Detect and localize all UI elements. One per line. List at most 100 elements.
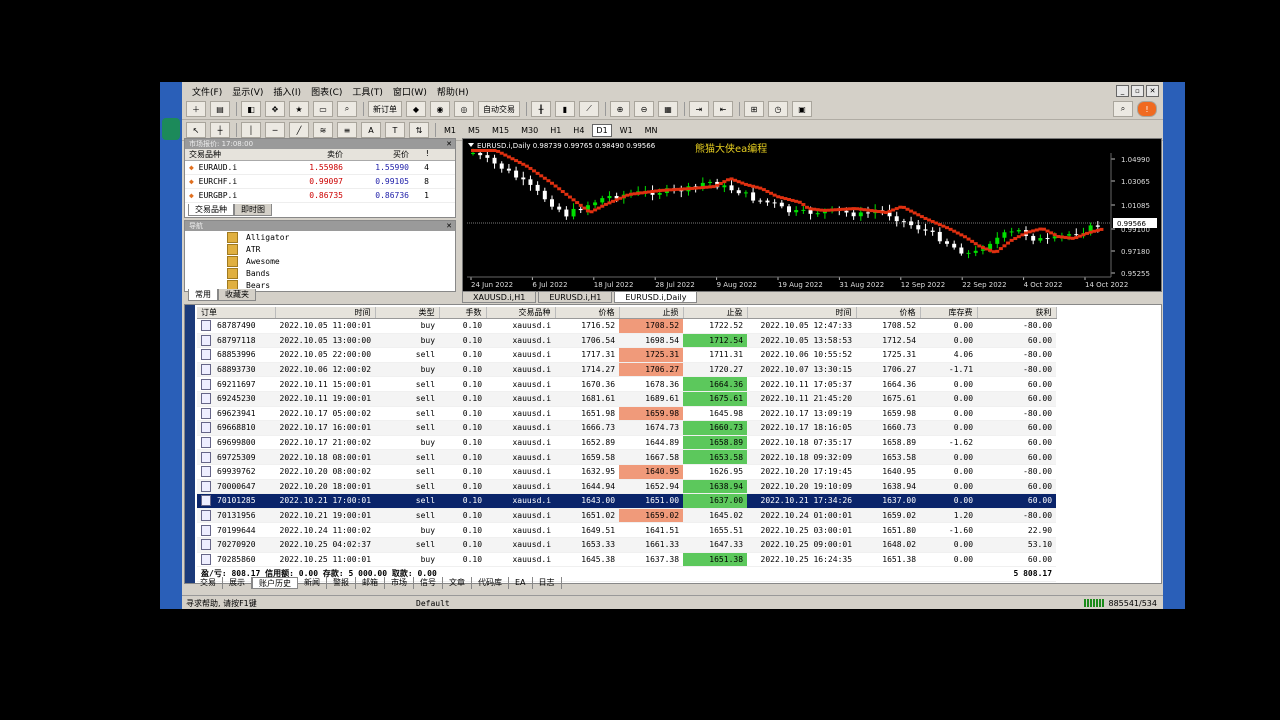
table-row[interactable]: 69245230 2022.10.11 19:00:01 sell 0.10 xauus…	[197, 391, 1057, 407]
header-bid[interactable]: 卖价	[281, 149, 347, 160]
column-header[interactable]: 类型	[375, 307, 440, 319]
table-row[interactable]: 70285860 2022.10.25 11:00:01 buy 0.10 xauusd…	[197, 552, 1057, 568]
menu-item[interactable]: 工具(T)	[352, 85, 383, 98]
terminal-tab[interactable]: 代码库	[472, 577, 509, 589]
minimize-icon[interactable]: _	[1116, 85, 1129, 97]
column-header[interactable]: 止损	[619, 307, 684, 319]
table-row[interactable]: 70131956 2022.10.21 19:00:01 sell 0.10 xauus…	[197, 508, 1057, 524]
close-icon[interactable]: ✕	[446, 139, 452, 149]
column-header[interactable]: 手数	[439, 307, 487, 319]
zoom-out-icon[interactable]: ⊖	[634, 101, 654, 117]
market-watch-row[interactable]: ◆ EURGBP.i 0.86735 0.86736 1	[185, 189, 455, 203]
timeframe-mn[interactable]: MN	[641, 124, 662, 137]
crosshair-icon[interactable]: ┼	[210, 122, 230, 138]
navigator-item[interactable]: Bands	[185, 267, 455, 279]
terminal-tab[interactable]: 展示	[223, 577, 252, 589]
market-watch-row[interactable]: ◆ EURCHF.i 0.99097 0.99105 8	[185, 175, 455, 189]
timeframe-m15[interactable]: M15	[488, 124, 513, 137]
candlestick-chart[interactable]: EURUSD.i,Daily 0.98739 0.99765 0.98490 0…	[463, 139, 1161, 291]
table-row[interactable]: 70000647 2022.10.20 18:00:01 sell 0.10 xauus…	[197, 479, 1057, 495]
metaeditor-icon[interactable]: ◆	[406, 101, 426, 117]
terminal-tab[interactable]: EA	[509, 577, 533, 589]
tab-common[interactable]: 常用	[188, 289, 218, 301]
vertical-line-icon[interactable]: │	[241, 122, 261, 138]
menu-item[interactable]: 插入(I)	[273, 85, 301, 98]
header-symbol[interactable]: 交易品种	[185, 149, 281, 160]
channel-icon[interactable]: ≋	[313, 122, 333, 138]
status-connection[interactable]: 885541/534	[1084, 599, 1163, 608]
navigator-item[interactable]: ATR	[185, 243, 455, 255]
table-row[interactable]: 70270920 2022.10.25 04:02:37 sell 0.10 xauus…	[197, 537, 1057, 553]
search-icon[interactable]: ⌕	[1113, 101, 1133, 117]
timeframe-h4[interactable]: H4	[569, 124, 588, 137]
tab-symbols[interactable]: 交易品种	[188, 204, 234, 216]
column-header[interactable]: 订单	[197, 307, 276, 319]
market-watch-row[interactable]: ◆ EURAUD.i 1.55986 1.55990 4	[185, 161, 455, 175]
menu-item[interactable]: 图表(C)	[311, 85, 342, 98]
tile-windows-icon[interactable]: ▦	[658, 101, 678, 117]
restore-icon[interactable]: ▫	[1131, 85, 1144, 97]
line-chart-icon[interactable]: ⟋	[579, 101, 599, 117]
timeframe-w1[interactable]: W1	[616, 124, 637, 137]
terminal-tab[interactable]: 日志	[533, 577, 562, 589]
menu-item[interactable]: 窗口(W)	[393, 85, 427, 98]
column-header[interactable]: 库存费	[920, 307, 978, 319]
column-header[interactable]: 价格	[856, 307, 921, 319]
new-chart-icon[interactable]: ＋	[186, 101, 206, 117]
navigator-item[interactable]: Alligator	[185, 231, 455, 243]
text-label-icon[interactable]: T	[385, 122, 405, 138]
trendline-icon[interactable]: ╱	[289, 122, 309, 138]
templates-icon[interactable]: ▣	[792, 101, 812, 117]
chart-tab[interactable]: EURUSD.i,H1	[538, 291, 613, 303]
terminal-tab[interactable]: 文章	[443, 577, 472, 589]
table-row[interactable]: 70101285 2022.10.21 17:00:01 sell 0.10 xauus…	[197, 493, 1057, 509]
market-watch-icon[interactable]: ◧	[241, 101, 261, 117]
terminal-tab[interactable]: 信号	[414, 577, 443, 589]
timeframe-m30[interactable]: M30	[517, 124, 542, 137]
signals-icon[interactable]: ◉	[430, 101, 450, 117]
table-row[interactable]: 68893730 2022.10.06 12:00:02 buy 0.10 xauusd…	[197, 362, 1057, 378]
header-ask[interactable]: 买价	[347, 149, 413, 160]
timeframe-d1[interactable]: D1	[592, 123, 612, 137]
terminal-icon[interactable]: ▭	[313, 101, 333, 117]
timeframe-h1[interactable]: H1	[546, 124, 565, 137]
column-header[interactable]: 时间	[275, 307, 376, 319]
table-row[interactable]: 69211697 2022.10.11 15:00:01 sell 0.10 xauus…	[197, 376, 1057, 392]
table-row[interactable]: 70199644 2022.10.24 11:00:02 buy 0.10 xauusd…	[197, 522, 1057, 538]
table-row[interactable]: 69699800 2022.10.17 21:00:02 buy 0.10 xauusd…	[197, 435, 1057, 451]
arrows-icon[interactable]: ⇅	[409, 122, 429, 138]
cursor-icon[interactable]: ↖	[186, 122, 206, 138]
data-window-icon[interactable]: ✥	[265, 101, 285, 117]
column-header[interactable]: 时间	[747, 307, 857, 319]
bar-chart-icon[interactable]: ╫	[531, 101, 551, 117]
table-row[interactable]: 69939762 2022.10.20 08:00:02 sell 0.10 xauus…	[197, 464, 1057, 480]
column-header[interactable]: 获利	[977, 307, 1057, 319]
notification-icon[interactable]: !	[1137, 101, 1157, 117]
terminal-tab[interactable]: 新闻	[298, 577, 327, 589]
terminal-tab[interactable]: 交易	[194, 577, 223, 589]
text-icon[interactable]: A	[361, 122, 381, 138]
terminal-tab[interactable]: 邮箱	[356, 577, 385, 589]
auto-trade-button[interactable]: 自动交易	[478, 101, 520, 117]
horizontal-line-icon[interactable]: ─	[265, 122, 285, 138]
close-icon[interactable]: ✕	[1146, 85, 1159, 97]
chart-window[interactable]: EURUSD.i,Daily 0.98739 0.99765 0.98490 0…	[462, 138, 1162, 292]
menu-item[interactable]: 帮助(H)	[437, 85, 469, 98]
periods-icon[interactable]: ◷	[768, 101, 788, 117]
tester-icon[interactable]: ⌕	[337, 101, 357, 117]
column-header[interactable]: 止盈	[683, 307, 748, 319]
tab-tick-chart[interactable]: 即时图	[234, 204, 272, 216]
chart-tab[interactable]: EURUSD.i,Daily	[614, 291, 698, 303]
table-row[interactable]: 68797118 2022.10.05 13:00:00 buy 0.10 xauusd…	[197, 333, 1057, 349]
fibonacci-icon[interactable]: ≡	[337, 122, 357, 138]
terminal-tab[interactable]: 账户历史	[252, 577, 298, 589]
menu-item[interactable]: 文件(F)	[192, 85, 222, 98]
column-header[interactable]: 交易品种	[486, 307, 556, 319]
terminal-tab[interactable]: 市场	[385, 577, 414, 589]
autoscroll-icon[interactable]: ⇥	[689, 101, 709, 117]
terminal-tab[interactable]: 警报	[327, 577, 356, 589]
zoom-in-icon[interactable]: ⊕	[610, 101, 630, 117]
column-header[interactable]: 价格	[555, 307, 620, 319]
table-row[interactable]: 68853996 2022.10.05 22:00:00 sell 0.10 xauus…	[197, 347, 1057, 363]
chart-shift-icon[interactable]: ⇤	[713, 101, 733, 117]
